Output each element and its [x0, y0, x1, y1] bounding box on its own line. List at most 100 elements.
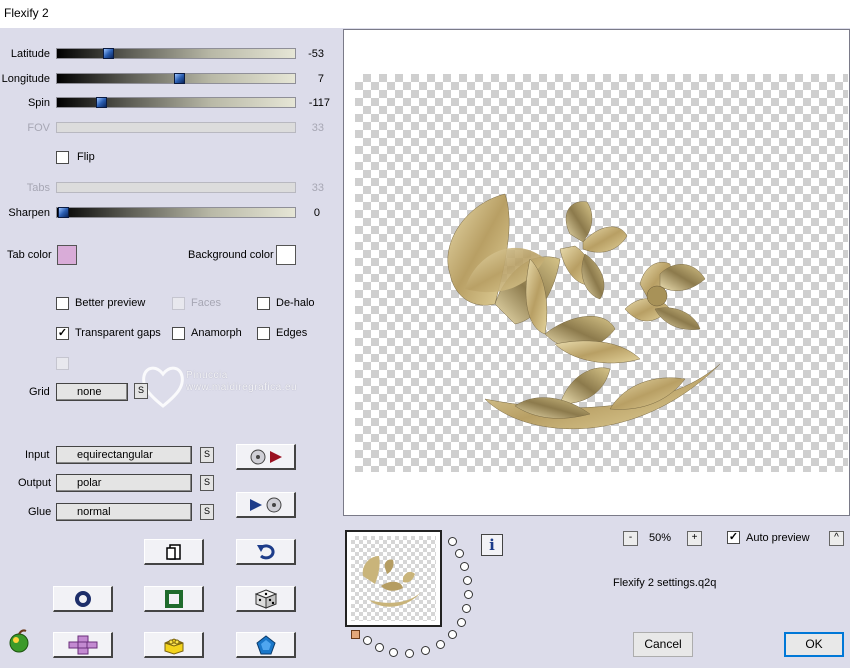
- gem-button[interactable]: [236, 632, 296, 658]
- info-button[interactable]: i: [481, 534, 503, 556]
- flip-label: Flip: [77, 151, 95, 163]
- background-color-label: Background color: [188, 249, 274, 261]
- preset-dot[interactable]: [464, 590, 473, 599]
- sharpen-slider-thumb[interactable]: [58, 207, 69, 218]
- spin-slider[interactable]: [56, 97, 296, 108]
- tabs-label: Tabs: [26, 182, 50, 194]
- dice-icon: [254, 588, 277, 609]
- disc-play-icon: [250, 449, 282, 464]
- apple-logo-icon[interactable]: [6, 628, 32, 654]
- thumbnail-flower-image: [362, 556, 421, 607]
- faces-label: Faces: [191, 297, 221, 309]
- preset-dot[interactable]: [457, 618, 466, 627]
- input-s-button[interactable]: S: [200, 447, 214, 463]
- preset-dot[interactable]: [448, 630, 457, 639]
- de-halo-label: De-halo: [276, 297, 315, 309]
- preset-dot[interactable]: [460, 562, 469, 571]
- yellow-brick-icon: [164, 637, 183, 655]
- spin-slider-thumb[interactable]: [96, 97, 107, 108]
- zoom-in-button[interactable]: +: [687, 531, 702, 546]
- output-s-button[interactable]: S: [200, 475, 214, 491]
- glue-s-button[interactable]: S: [200, 504, 214, 520]
- title-bar: Flexify 2: [0, 0, 850, 28]
- tile-button[interactable]: [53, 632, 113, 658]
- fov-value: 33: [311, 122, 324, 134]
- sharpen-value: 0: [313, 207, 320, 219]
- transparent-gaps-checkbox[interactable]: ✓: [56, 327, 69, 340]
- latitude-slider[interactable]: [56, 48, 296, 59]
- zoom-out-button[interactable]: -: [623, 531, 638, 546]
- sharpen-slider[interactable]: [56, 207, 296, 218]
- preset-dot[interactable]: [405, 649, 414, 658]
- preset-dot[interactable]: [421, 646, 430, 655]
- watermark-line1: Pinuccia: [186, 370, 228, 381]
- preset-dot[interactable]: [455, 549, 464, 558]
- watermark-text: Pinuccia www.maidiregrafica.eu: [152, 370, 297, 394]
- longitude-slider[interactable]: [56, 73, 296, 84]
- undo-arrow-icon: [256, 543, 275, 559]
- info-icon: i: [489, 536, 495, 554]
- preset-dot[interactable]: [448, 537, 457, 546]
- preset-dot[interactable]: [463, 576, 472, 585]
- input-label: Input: [25, 449, 50, 461]
- input-dropdown[interactable]: equirectangular: [56, 446, 192, 464]
- flip-checkbox[interactable]: [56, 151, 69, 164]
- load-preset-button[interactable]: [236, 444, 296, 470]
- better-preview-checkbox[interactable]: [56, 297, 69, 310]
- extra-checkbox: [56, 357, 69, 370]
- tab-color-swatch[interactable]: [57, 245, 77, 265]
- preset-dot[interactable]: [462, 604, 471, 613]
- cross-tiles-icon: [68, 635, 97, 654]
- preset-dot[interactable]: [375, 643, 384, 652]
- new-document-button[interactable]: [144, 539, 204, 565]
- latitude-value: -53: [308, 48, 324, 60]
- ring-button[interactable]: [53, 586, 113, 612]
- edges-checkbox[interactable]: [257, 327, 270, 340]
- glue-label: Glue: [28, 506, 52, 518]
- thumbnail-canvas: [351, 536, 436, 621]
- output-dropdown[interactable]: polar: [56, 474, 192, 492]
- longitude-label: Longitude: [1, 73, 50, 85]
- background-color-swatch[interactable]: [276, 245, 296, 265]
- better-preview-label: Better preview: [75, 297, 146, 309]
- auto-preview-checkbox[interactable]: ✓: [727, 531, 740, 544]
- save-preset-button[interactable]: [236, 492, 296, 518]
- random-button[interactable]: [236, 586, 296, 612]
- preset-marker-square[interactable]: [351, 630, 360, 639]
- auto-preview-label: Auto preview: [746, 532, 810, 544]
- navigator-thumbnail[interactable]: [345, 530, 442, 627]
- glue-dropdown[interactable]: normal: [56, 503, 192, 521]
- expand-button[interactable]: ^: [829, 531, 844, 546]
- preview-canvas[interactable]: [355, 74, 848, 472]
- output-label: Output: [18, 477, 52, 489]
- grid-label: Grid: [29, 386, 50, 398]
- ring-icon: [74, 590, 91, 607]
- de-halo-checkbox[interactable]: [257, 297, 270, 310]
- undo-button[interactable]: [236, 539, 296, 565]
- frame-button[interactable]: [144, 586, 204, 612]
- tab-color-label: Tab color: [7, 249, 52, 261]
- grid-dropdown[interactable]: none: [56, 383, 128, 401]
- edges-label: Edges: [276, 327, 308, 339]
- copy-page-icon: [165, 543, 181, 560]
- blue-pentagon-icon: [255, 634, 276, 654]
- green-frame-icon: [164, 589, 183, 608]
- window-title: Flexify 2: [4, 6, 49, 20]
- latitude-slider-thumb[interactable]: [103, 48, 114, 59]
- grid-s-button[interactable]: S: [134, 383, 148, 399]
- preset-dot[interactable]: [436, 640, 445, 649]
- play-disc-icon: [249, 497, 281, 512]
- cancel-button[interactable]: Cancel: [633, 632, 693, 657]
- ok-button[interactable]: OK: [784, 632, 844, 657]
- spin-label: Spin: [27, 97, 50, 109]
- watermark-line2: www.maidiregrafica.eu: [186, 382, 298, 393]
- brick-button[interactable]: [144, 632, 204, 658]
- anamorph-checkbox[interactable]: [172, 327, 185, 340]
- tabs-slider: [56, 182, 296, 193]
- zoom-level: 50%: [649, 532, 672, 544]
- preset-dot[interactable]: [363, 636, 372, 645]
- fov-label: FOV: [27, 122, 50, 134]
- tabs-value: 33: [311, 182, 324, 194]
- longitude-slider-thumb[interactable]: [174, 73, 185, 84]
- preset-dot[interactable]: [389, 648, 398, 657]
